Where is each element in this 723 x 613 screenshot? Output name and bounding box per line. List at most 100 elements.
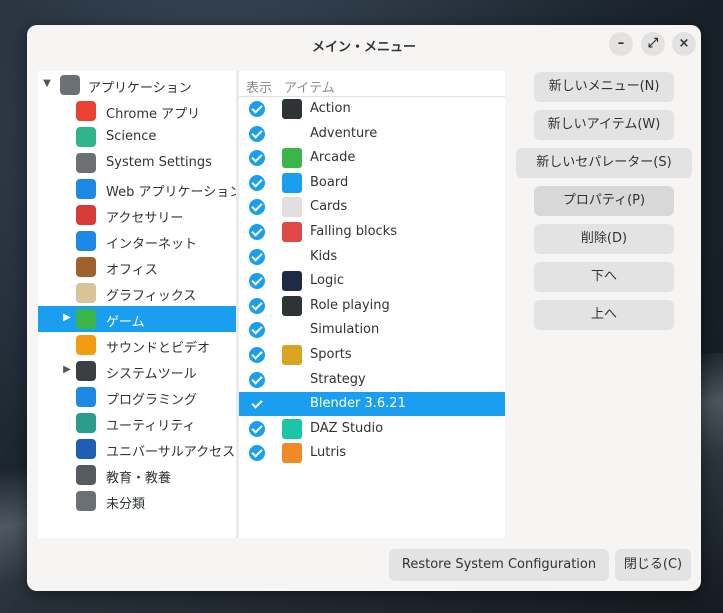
gear-icon <box>60 75 80 95</box>
category-item[interactable]: サウンドとビデオ <box>38 332 236 358</box>
item-label: Adventure <box>310 125 378 141</box>
item-row[interactable]: Kids <box>239 245 505 269</box>
show-checkbox[interactable] <box>249 420 265 437</box>
action-icon <box>282 99 302 119</box>
gear-icon <box>76 153 96 173</box>
gamepad-icon <box>76 309 96 329</box>
maximize-button[interactable]: ⤢ <box>641 32 665 56</box>
main-menu-window: メイン・メニュー – ⤢ × ▼ アプリケーション Chrome アプリ Scienc… <box>27 25 701 591</box>
gear-icon <box>76 491 96 511</box>
show-checkbox[interactable] <box>249 297 265 314</box>
show-checkbox[interactable] <box>249 101 265 117</box>
item-row[interactable]: Board <box>239 171 505 195</box>
properties-button[interactable]: プロパティ(P) <box>534 186 674 216</box>
category-item[interactable]: オフィス <box>38 254 236 280</box>
category-item[interactable]: 教育・教養 <box>38 462 236 488</box>
flask-icon <box>76 127 96 147</box>
window-title: メイン・メニュー <box>311 40 416 55</box>
category-item[interactable]: Web アプリケーション <box>38 176 242 202</box>
board-icon <box>282 172 302 193</box>
category-label: Web アプリケーション <box>106 185 243 200</box>
cloud-icon <box>76 179 96 199</box>
item-row[interactable]: Cards <box>239 195 505 219</box>
close-button[interactable]: 閉じる(C) <box>615 549 691 581</box>
show-checkbox[interactable] <box>249 174 265 191</box>
item-row[interactable]: Logic <box>239 269 505 293</box>
category-item[interactable]: グラフィックス <box>38 280 236 306</box>
item-row[interactable]: Action <box>239 97 505 121</box>
item-row[interactable]: Sports <box>239 343 505 367</box>
show-checkbox[interactable] <box>249 445 265 462</box>
category-item[interactable]: Chrome アプリ <box>38 98 236 124</box>
category-label: グラフィックス <box>106 289 197 304</box>
show-checkbox[interactable] <box>249 125 265 142</box>
item-row[interactable]: DAZ Studio <box>239 417 505 441</box>
expander-closed-icon[interactable]: ▶ <box>62 364 72 375</box>
category-item[interactable]: ▶ ゲーム <box>38 306 236 332</box>
item-label: Strategy <box>310 371 366 387</box>
expander-closed-icon[interactable]: ▶ <box>62 312 72 323</box>
column-header-show[interactable]: 表示 <box>246 77 272 96</box>
category-item[interactable]: 未分類 <box>38 488 236 514</box>
new-menu-button[interactable]: 新しいメニュー(N) <box>534 72 674 102</box>
show-checkbox[interactable] <box>249 224 265 240</box>
category-item[interactable]: Science <box>38 124 236 150</box>
item-row[interactable]: Falling blocks <box>239 220 505 244</box>
show-checkbox[interactable] <box>249 347 265 363</box>
category-label: 教育・教養 <box>106 471 172 486</box>
item-label: Sports <box>310 347 352 362</box>
minimize-button[interactable]: – <box>609 32 633 56</box>
blocks-icon <box>282 222 302 242</box>
item-row[interactable]: Strategy <box>239 368 505 392</box>
category-label: System Settings <box>106 155 212 170</box>
palette-icon <box>76 283 96 303</box>
item-row[interactable]: Blender 3.6.21 <box>239 392 505 417</box>
show-checkbox[interactable] <box>249 371 265 388</box>
item-label: Arcade <box>310 150 356 166</box>
new-item-button[interactable]: 新しいアイテム(W) <box>534 110 674 140</box>
close-window-button[interactable]: × <box>672 32 696 56</box>
show-checkbox[interactable] <box>249 322 265 339</box>
category-item[interactable]: アクセサリー <box>38 202 236 228</box>
cards-icon <box>282 197 302 218</box>
item-row[interactable]: Adventure <box>239 122 505 146</box>
category-item[interactable]: ▶ システムツール <box>38 358 236 384</box>
education-icon <box>76 465 96 485</box>
item-label: Action <box>310 101 351 116</box>
gamepad-icon <box>282 148 302 169</box>
category-label: プログラミング <box>106 393 198 408</box>
show-checkbox[interactable] <box>249 248 265 265</box>
show-checkbox[interactable] <box>249 273 265 290</box>
delete-button[interactable]: 削除(D) <box>534 224 674 254</box>
category-item[interactable]: プログラミング <box>38 384 236 410</box>
category-item[interactable]: ユーティリティ <box>38 410 236 436</box>
category-item[interactable]: インターネット <box>38 228 236 254</box>
move-up-button[interactable]: 上へ <box>534 300 674 330</box>
item-label: Simulation <box>310 322 380 338</box>
category-item[interactable]: ユニバーサルアクセス <box>38 436 236 462</box>
cloud-icon <box>76 231 96 251</box>
chrome-icon <box>76 101 96 121</box>
category-tree: ▼ アプリケーション Chrome アプリ Science System Setting… <box>38 71 242 538</box>
column-header-item[interactable]: アイテム <box>284 77 335 96</box>
category-item[interactable]: System Settings <box>38 150 236 176</box>
category-label: 未分類 <box>106 497 146 512</box>
category-label: Science <box>106 129 157 144</box>
show-checkbox[interactable] <box>249 150 265 167</box>
item-label: Board <box>310 174 349 190</box>
item-row[interactable]: Arcade <box>239 146 505 170</box>
new-separator-button[interactable]: 新しいセパレーター(S) <box>516 148 692 178</box>
toolbox-icon <box>76 205 96 225</box>
item-label: Kids <box>310 248 338 264</box>
item-row[interactable]: Simulation <box>239 318 505 342</box>
category-label: アクセサリー <box>106 211 184 226</box>
move-down-button[interactable]: 下へ <box>534 262 674 292</box>
show-checkbox[interactable] <box>249 199 265 216</box>
show-checkbox[interactable] <box>249 396 265 412</box>
item-row[interactable]: Role playing <box>239 294 505 318</box>
restore-system-configuration-button[interactable]: Restore System Configuration <box>389 549 609 581</box>
expander-open-icon[interactable]: ▼ <box>42 78 52 89</box>
category-item[interactable]: ▼ アプリケーション <box>38 72 236 98</box>
code-icon <box>76 387 96 407</box>
item-row[interactable]: Lutris <box>239 441 505 465</box>
